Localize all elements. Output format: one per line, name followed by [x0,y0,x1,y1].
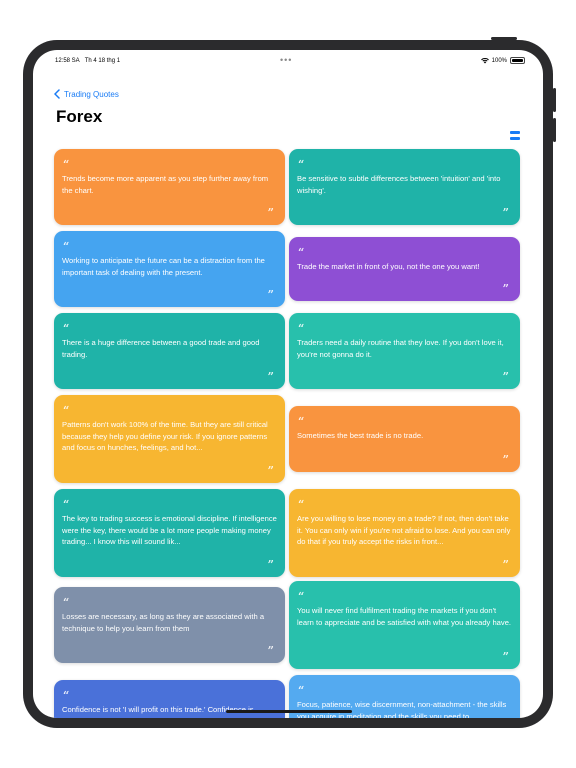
quote-close-icon: ” [502,558,509,571]
quote-open-icon: “ [63,498,70,511]
quote-close-icon: ” [267,464,274,477]
chevron-left-icon [54,89,60,99]
quote-text: You will never find fulfilment trading t… [297,606,512,627]
quote-open-icon: “ [298,322,305,335]
quote-card[interactable]: “ Be sensitive to subtle differences betw… [289,149,520,225]
quote-close-icon: ” [502,453,509,466]
status-time: 12:58 SA Th 4 18 thg 1 [55,58,121,64]
battery-level [512,59,523,62]
quote-close-icon: ” [502,650,509,663]
side-button-top [553,88,556,112]
quote-open-icon: “ [63,689,70,702]
quote-close-icon: ” [502,370,509,383]
quote-text: Are you willing to lose money on a trade… [297,514,511,546]
home-indicator[interactable] [226,710,352,713]
quote-open-icon: “ [298,498,305,511]
quote-card[interactable]: “ Working to anticipate the future can be… [54,231,285,307]
quote-open-icon: “ [63,322,70,335]
quote-close-icon: ” [267,288,274,301]
layout-toggle-icon[interactable] [510,131,520,140]
top-button [491,37,517,40]
quote-text: Patterns don't work 100% of the time. Bu… [62,420,268,452]
quote-open-icon: “ [63,404,70,417]
battery-percent: 100% [491,57,507,64]
quote-card[interactable]: “ Are you willing to lose money on a trad… [289,489,520,577]
quote-close-icon: ” [502,282,509,295]
quote-text: The key to trading success is emotional … [62,514,277,546]
quote-open-icon: “ [298,246,305,259]
quote-text: Sometimes the best trade is no trade. [297,431,424,440]
quote-card[interactable]: “ Trends become more apparent as you step… [54,149,285,225]
quote-text: Trends become more apparent as you step … [62,174,269,195]
quote-close-icon: ” [267,206,274,219]
quote-text: There is a huge difference between a goo… [62,338,260,359]
status-bar: 12:58 SA Th 4 18 thg 1 ••• 100% [33,50,543,70]
quote-text: Trade the market in front of you, not th… [297,262,480,271]
quote-card[interactable]: “ Traders need a daily routine that they … [289,313,520,389]
multitasking-dots-icon[interactable]: ••• [280,55,292,65]
wifi-icon [480,57,489,63]
quote-open-icon: “ [298,158,305,171]
quote-card[interactable]: “ There is a huge difference between a go… [54,313,285,389]
ipad-frame: 12:58 SA Th 4 18 thg 1 ••• 100% Trading … [23,40,553,728]
quote-open-icon: “ [298,590,305,603]
status-right: 100% [480,57,525,64]
quote-text: Working to anticipate the future can be … [62,256,265,277]
quote-text: Be sensitive to subtle differences betwe… [297,174,501,195]
quote-close-icon: ” [502,206,509,219]
quote-open-icon: “ [298,684,305,697]
quote-card[interactable]: “ Sometimes the best trade is no trade. ” [289,406,520,472]
quote-card[interactable]: “ Patterns don't work 100% of the time. B… [54,395,285,483]
back-button[interactable]: Trading Quotes [54,89,119,99]
quote-card[interactable]: “ Losses are necessary, as long as they a… [54,587,285,663]
quote-card[interactable]: “ You will never find fulfilment trading … [289,581,520,669]
quote-card[interactable]: “ The key to trading success is emotional… [54,489,285,577]
quote-text: Traders need a daily routine that they l… [297,338,504,359]
page-title: Forex [56,107,103,126]
quote-close-icon: ” [267,558,274,571]
side-button-bottom [553,118,556,142]
back-label: Trading Quotes [64,89,119,99]
quote-open-icon: “ [63,596,70,609]
app-screen: 12:58 SA Th 4 18 thg 1 ••• 100% Trading … [33,50,543,718]
quote-open-icon: “ [63,158,70,171]
quote-close-icon: ” [267,370,274,383]
battery-icon [510,57,525,64]
quote-text: Focus, patience, wise discernment, non-a… [297,700,507,718]
quote-open-icon: “ [298,415,305,428]
quote-close-icon: ” [267,644,274,657]
quote-card[interactable]: “ Trade the market in front of you, not t… [289,237,520,301]
quote-open-icon: “ [63,240,70,253]
quote-text: Losses are necessary, as long as they ar… [62,612,265,633]
